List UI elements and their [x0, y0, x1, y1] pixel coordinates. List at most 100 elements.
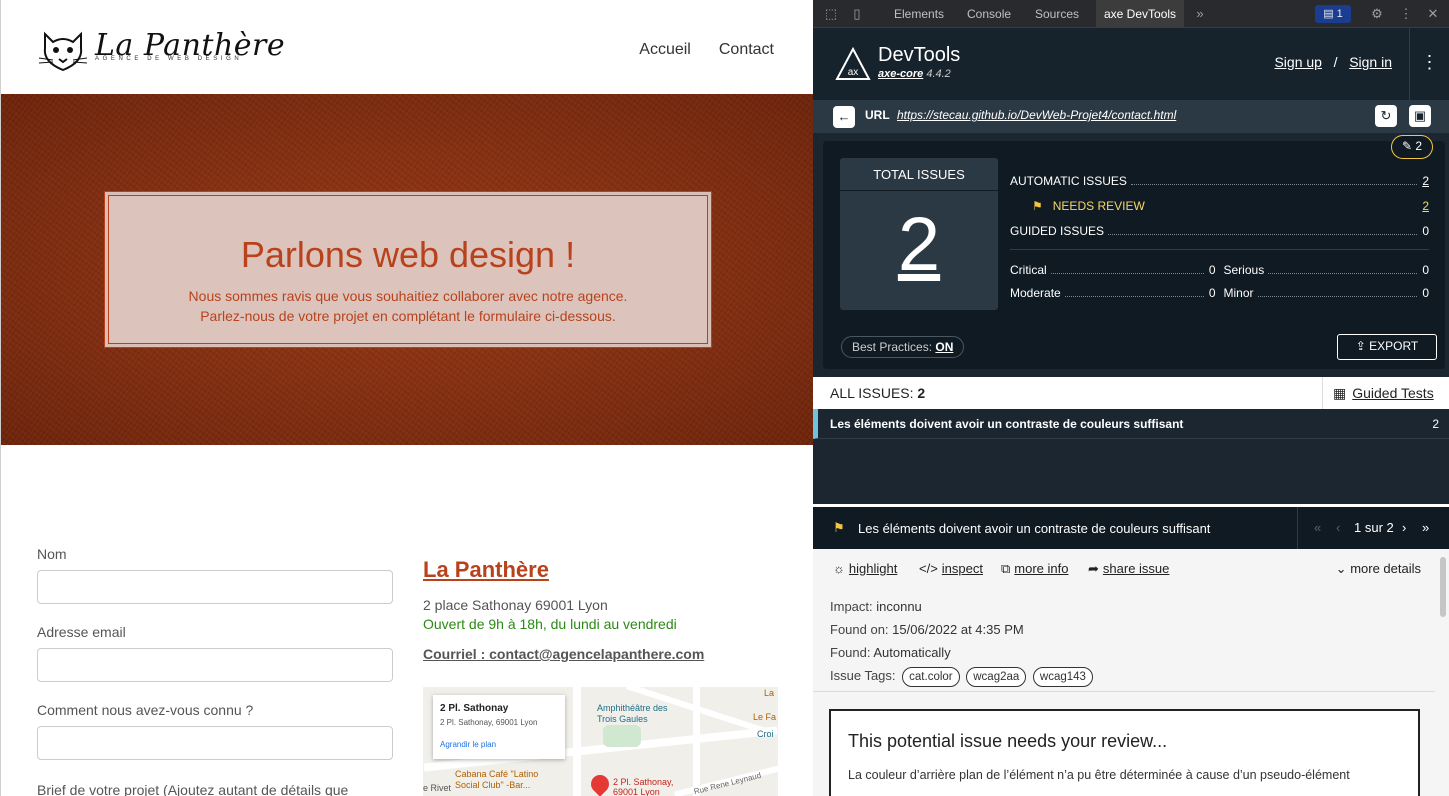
issue-detail-title: Les éléments doivent avoir un contraste …	[858, 521, 1211, 536]
map-label-amphi: Amphithéâtre des Trois Gaules	[597, 703, 668, 724]
main-nav: Accueil Contact	[639, 41, 774, 59]
source-field[interactable]	[37, 726, 393, 760]
guided-issues-label: GUIDED ISSUES	[1010, 223, 1105, 238]
kebab-menu-icon[interactable]: ⋮	[1398, 6, 1414, 22]
map-enlarge-link[interactable]: Agrandir le plan	[440, 740, 558, 749]
best-practices-toggle[interactable]: Best Practices: ON	[841, 336, 965, 358]
issue-list-item[interactable]: Les éléments doivent avoir un contraste …	[813, 409, 1449, 439]
axe-menu-icon[interactable]: ⋮	[1409, 28, 1449, 100]
more-info-label: more info	[1014, 561, 1069, 576]
flag-icon: ⚑	[1032, 198, 1043, 213]
rescan-icon[interactable]: ↻	[1375, 105, 1397, 127]
tag-cat-color: cat.color	[902, 667, 960, 687]
map-card-address: 2 Pl. Sathonay, 69001 Lyon	[440, 718, 538, 727]
map-label-croi: Croi	[757, 729, 774, 739]
upload-icon: ⇪	[1355, 339, 1370, 353]
dot-leader	[1050, 273, 1204, 274]
found-on-value: 15/06/2022 at 4:35 PM	[892, 622, 1024, 637]
axe-header: ax DevTools axe-core 4.4.2 Sign up / Sig…	[813, 28, 1449, 100]
more-details-toggle[interactable]: ⌄ more details	[1336, 561, 1421, 577]
highlight-button[interactable]: ☼ highlight	[833, 561, 897, 576]
close-icon[interactable]: ✕	[1425, 6, 1441, 22]
issue-detail: ☼ highlight </> inspect ⧉ more info ➦ share …	[813, 549, 1449, 796]
tab-console[interactable]: Console	[959, 0, 1019, 28]
tag-wcag2aa: wcag2aa	[966, 667, 1027, 687]
contact-company-name[interactable]: La Panthère	[423, 557, 778, 583]
total-issues-value[interactable]: 2	[840, 201, 998, 288]
scanned-url-link[interactable]: https://stecau.github.io/DevWeb-Projet4/…	[897, 108, 1176, 122]
review-text: La couleur d’arrière plan de l’élément n…	[848, 768, 1350, 782]
map-road	[693, 687, 700, 796]
google-map[interactable]: Amphithéâtre des Trois Gaules La Le Fa C…	[423, 687, 778, 796]
issue-meta: Impact: inconnu Found on: 15/06/2022 at …	[830, 595, 1093, 687]
export-button[interactable]: ⇪ EXPORT	[1337, 334, 1437, 360]
last-page-icon[interactable]: »	[1422, 520, 1429, 535]
site-logo[interactable]: La Panthère AGENCE DE WEB DESIGN	[37, 26, 285, 74]
dot-leader	[1108, 234, 1417, 235]
all-issues-bar: ALL ISSUES: 2 ▦ Guided Tests	[813, 377, 1449, 409]
next-page-icon[interactable]: ›	[1402, 520, 1406, 535]
nav-link-contact[interactable]: Contact	[719, 41, 774, 59]
issue-detail-header: ⚑ Les éléments doivent avoir un contrast…	[813, 507, 1449, 549]
moderate-value: 0	[1208, 285, 1216, 300]
name-label: Nom	[37, 546, 67, 562]
source-label: Comment nous avez-vous connu ?	[37, 702, 254, 718]
found-label: Found:	[830, 645, 871, 660]
hero-subtitle-line-2: Parlez-nous de votre projet en complétan…	[200, 308, 616, 324]
contact-info: La Panthère 2 place Sathonay 69001 Lyon …	[423, 557, 778, 662]
external-link-icon: ⧉	[1001, 561, 1011, 576]
contact-hours: Ouvert de 9h à 18h, du lundi au vendredi	[423, 616, 677, 632]
axe-logo-icon: ax	[835, 47, 871, 80]
name-field[interactable]	[37, 570, 393, 604]
auth-links: Sign up / Sign in	[1274, 54, 1392, 70]
minor-label: Minor	[1223, 285, 1254, 300]
email-field[interactable]	[37, 648, 393, 682]
contact-email-link[interactable]: Courriel : contact@agencelapanthere.com	[423, 646, 778, 662]
axe-core-link[interactable]: axe-core	[878, 68, 923, 80]
prev-page-icon[interactable]: ‹	[1336, 520, 1340, 535]
found-value: Automatically	[873, 645, 951, 660]
critical-value: 0	[1208, 262, 1216, 277]
device-toolbar-icon[interactable]: ▯	[849, 6, 865, 22]
issue-actions: ☼ highlight </> inspect ⧉ more info ➦ share …	[813, 549, 1435, 591]
all-issues-label: ALL ISSUES:	[830, 385, 914, 401]
nav-link-accueil[interactable]: Accueil	[639, 41, 691, 59]
back-arrow-icon[interactable]: ←	[833, 106, 855, 128]
first-page-icon[interactable]: «	[1314, 520, 1321, 535]
minor-row: Minor 0	[1224, 281, 1430, 304]
gear-icon[interactable]: ⚙	[1369, 6, 1385, 22]
panther-head-icon	[38, 31, 88, 72]
share-issue-button[interactable]: ➦ share issue	[1088, 561, 1169, 577]
inspect-element-icon[interactable]: ⬚	[823, 6, 839, 22]
issues-summary: ✎ 2 TOTAL ISSUES 2 AUTOMATIC ISSUES 2 ⚑ …	[823, 135, 1445, 369]
automatic-issues-value[interactable]: 2	[1421, 174, 1429, 188]
needs-review-value[interactable]: 2	[1421, 199, 1429, 213]
code-icon: </>	[919, 561, 938, 576]
url-label: URL	[865, 108, 890, 122]
serious-label: Serious	[1223, 262, 1265, 277]
dot-leader	[1257, 296, 1417, 297]
save-icon[interactable]: ▣	[1409, 105, 1431, 127]
map-pin-icon[interactable]	[587, 771, 613, 796]
sign-in-link[interactable]: Sign in	[1349, 54, 1392, 70]
review-box: This potential issue needs your review..…	[829, 709, 1420, 796]
inspect-button[interactable]: </> inspect	[919, 561, 983, 576]
more-info-button[interactable]: ⧉ more info	[1001, 561, 1069, 577]
guided-issues-value: 0	[1422, 223, 1429, 238]
map-road	[573, 687, 581, 796]
manual-edit-pill[interactable]: ✎ 2	[1391, 135, 1433, 159]
dot-leader	[1064, 296, 1204, 297]
guided-tests-button[interactable]: ▦ Guided Tests	[1322, 377, 1449, 409]
sign-up-link[interactable]: Sign up	[1274, 54, 1321, 70]
tab-axe-devtools[interactable]: axe DevTools	[1096, 0, 1185, 28]
all-issues-heading: ALL ISSUES: 2	[830, 385, 925, 401]
scrollbar[interactable]	[1440, 557, 1446, 617]
total-issues-card: TOTAL ISSUES 2	[840, 158, 998, 310]
tab-sources[interactable]: Sources	[1027, 0, 1087, 28]
svg-text:ax: ax	[848, 67, 859, 78]
severity-col-right: Serious 0 Minor 0	[1224, 258, 1430, 304]
more-tabs-icon[interactable]: »	[1192, 6, 1208, 22]
issues-badge[interactable]: ▤ 1	[1315, 5, 1351, 23]
tab-elements[interactable]: Elements	[886, 0, 952, 28]
summary-divider	[1010, 249, 1429, 250]
